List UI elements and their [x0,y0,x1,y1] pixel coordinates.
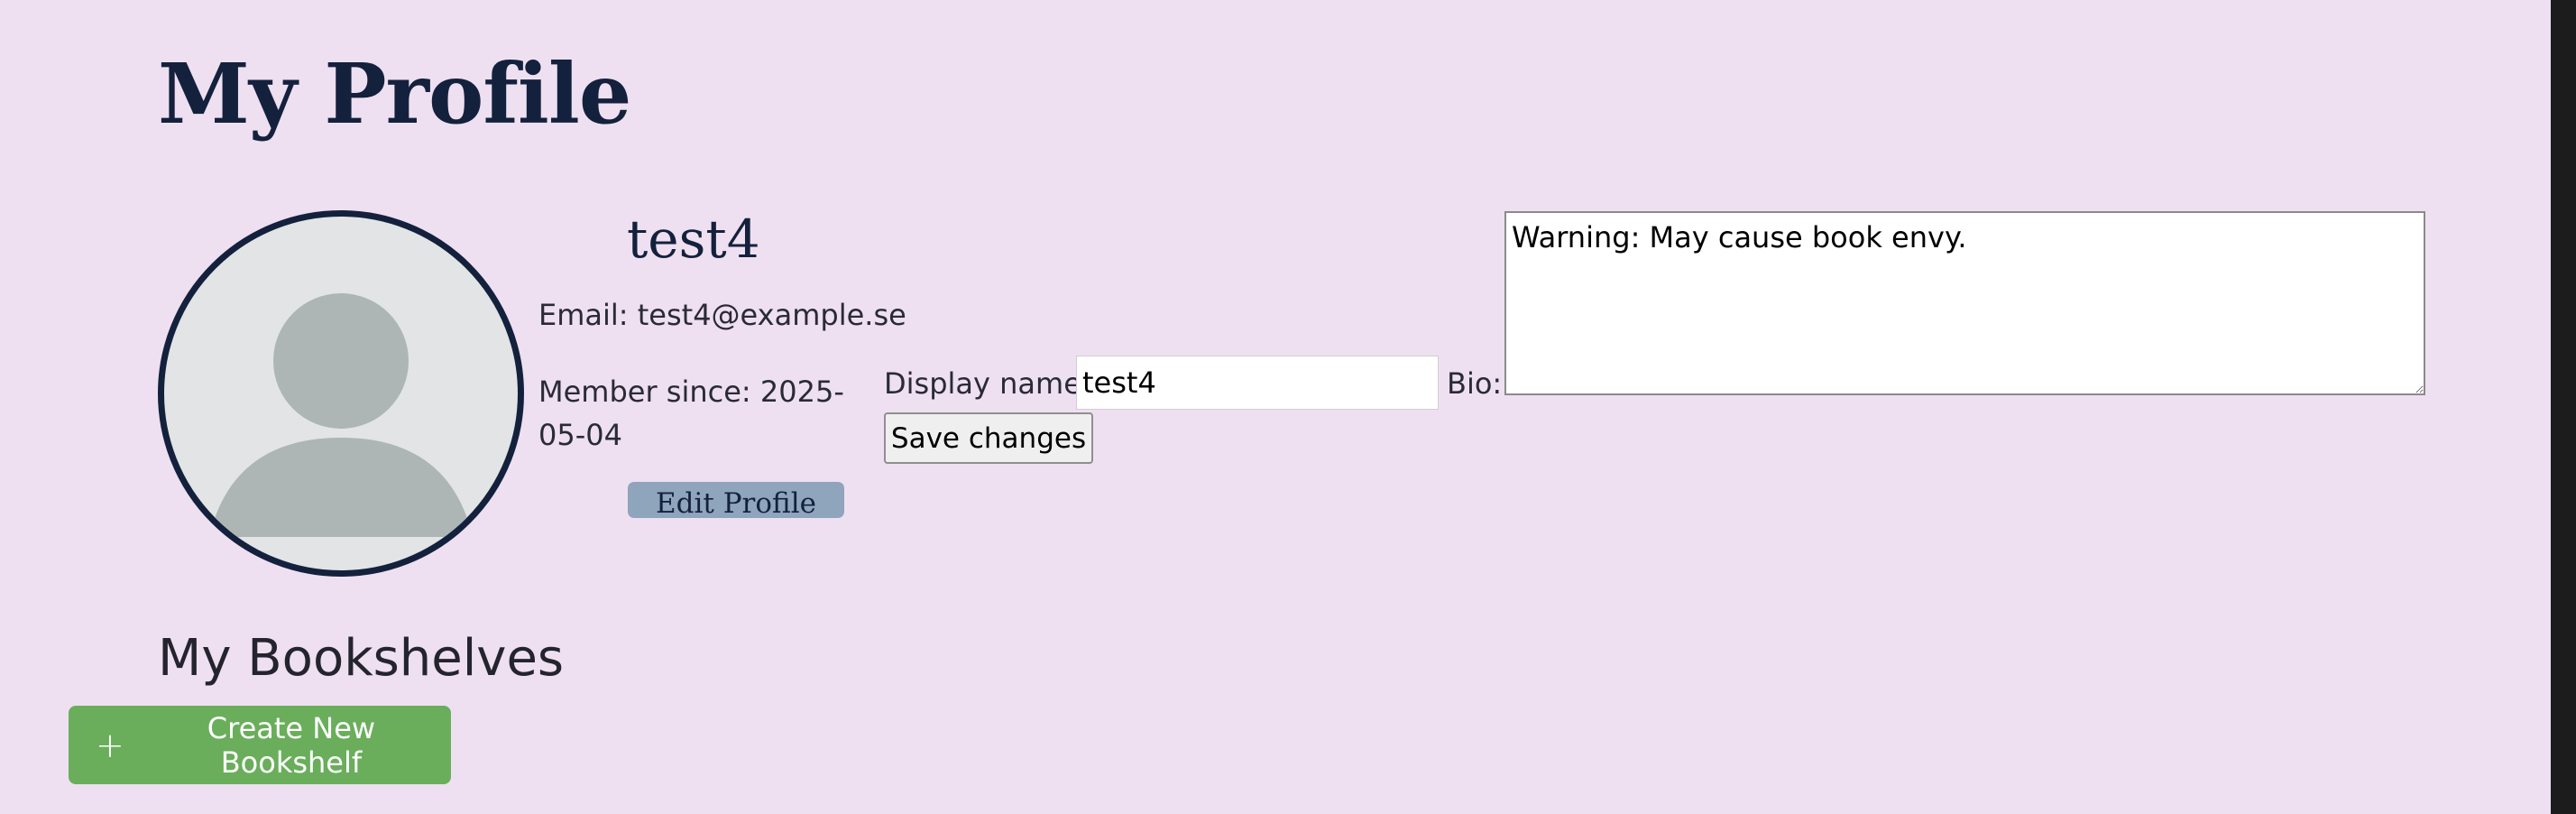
user-avatar-icon [209,293,473,537]
profile-email: Email: test4@example.se [538,298,906,332]
profile-username: test4 [627,208,760,270]
bio-label: Bio: [1447,366,1503,401]
avatar [158,210,524,577]
save-changes-button[interactable]: Save changes [884,412,1093,464]
bio-textarea[interactable]: Warning: May cause book envy. [1504,211,2425,395]
display-name-label: Display name: [884,366,1091,401]
create-bookshelf-label: Create New Bookshelf [207,710,376,780]
edit-profile-button[interactable]: Edit Profile [628,482,844,520]
display-name-input[interactable] [1076,356,1439,410]
plus-icon: + [96,725,124,765]
profile-member-since: Member since: 2025-05-04 [538,375,844,452]
page-title: My Profile [158,45,631,143]
window-edge-bar [2551,0,2576,814]
create-bookshelf-button[interactable]: + Create New Bookshelf [69,706,451,784]
bookshelves-heading: My Bookshelves [158,629,565,688]
